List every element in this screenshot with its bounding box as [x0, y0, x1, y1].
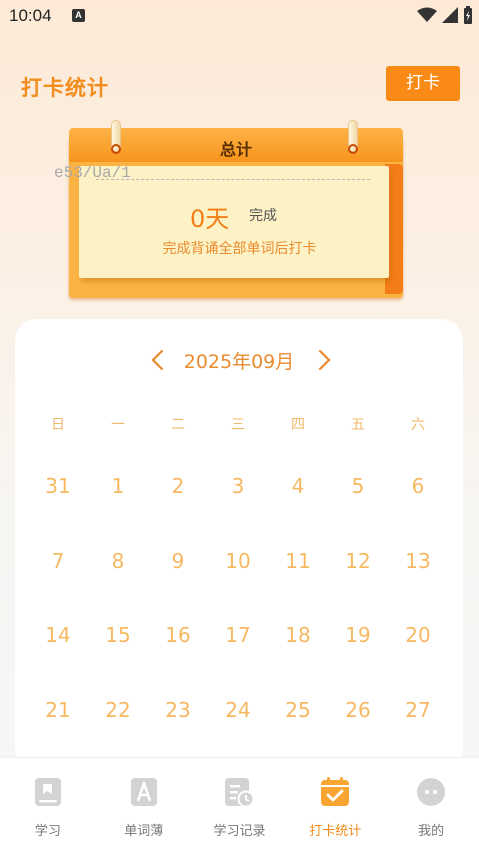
days-count: 0天 [190, 205, 230, 233]
calendar-day[interactable]: 15 [88, 623, 148, 698]
summary-hint: 完成背诵全部单词后打卡 [162, 241, 317, 257]
notification-icon: A [72, 9, 85, 22]
calendar-day[interactable]: 1 [88, 474, 148, 549]
record-icon [225, 778, 255, 808]
weekday-header: 日 一 二 三 四 五 六 [28, 414, 448, 434]
checkin-button[interactable]: 打卡 [386, 66, 460, 101]
calendar-day[interactable]: 16 [148, 623, 208, 698]
wifi-icon [417, 7, 437, 22]
calendar-day[interactable]: 18 [268, 623, 328, 698]
weekday-fri: 五 [351, 417, 365, 433]
status-bar: 10:04 A [0, 0, 479, 32]
calendar-nav: 2025年09月 [15, 345, 463, 375]
page-title: 打卡统计 [21, 76, 109, 100]
tab-records[interactable]: 学习记录 [192, 758, 288, 851]
tab-wordbook[interactable]: 单词薄 [96, 758, 192, 851]
calendar-day[interactable]: 8 [88, 549, 148, 624]
status-icons [417, 6, 473, 24]
wordbook-icon [130, 778, 157, 806]
calendar-day[interactable]: 12 [328, 549, 388, 624]
calendar-day[interactable]: 11 [268, 549, 328, 624]
overlay-id-text: e53/Ua/1 [54, 164, 131, 182]
calendar-check-icon [321, 777, 350, 806]
battery-icon [464, 6, 472, 24]
calendar-day[interactable]: 20 [388, 623, 448, 698]
calendar-card: 2025年09月 日 一 二 三 四 五 六 31 1 2 3 4 5 6 7 … [15, 319, 463, 769]
bottom-tab-bar: 学习 单词薄 学习记录 打卡统计 我的 [0, 757, 479, 851]
calendar-day[interactable]: 13 [388, 549, 448, 624]
tab-profile-label: 我的 [418, 824, 445, 839]
calendar-month: 2025年09月 [183, 351, 295, 373]
weekday-mon: 一 [111, 417, 125, 433]
tab-study-label: 学习 [34, 824, 61, 839]
status-time: 10:04 [9, 6, 52, 25]
book-icon [34, 778, 61, 806]
calendar-day[interactable]: 4 [268, 474, 328, 549]
calendar-day[interactable]: 10 [208, 549, 268, 624]
tab-checkin-stats-label: 打卡统计 [309, 824, 362, 839]
calendar-day[interactable]: 17 [208, 623, 268, 698]
calendar-day[interactable]: 3 [208, 474, 268, 549]
weekday-tue: 二 [171, 417, 185, 433]
weekday-wed: 三 [231, 417, 245, 433]
weekday-sun: 日 [51, 417, 65, 433]
dotted-line [96, 179, 370, 180]
calendar-day[interactable]: 14 [28, 623, 88, 698]
weekday-thu: 四 [291, 417, 305, 433]
calendar-day[interactable]: 6 [388, 474, 448, 549]
calendar-day[interactable]: 7 [28, 549, 88, 624]
tab-wordbook-label: 单词薄 [124, 824, 164, 839]
tab-checkin-stats[interactable]: 打卡统计 [287, 758, 383, 851]
profile-icon [417, 778, 446, 806]
calendar-day[interactable]: 2 [148, 474, 208, 549]
calendar-day[interactable]: 19 [328, 623, 388, 698]
summary-paper [79, 166, 389, 278]
calendar-days: 31 1 2 3 4 5 6 7 8 9 10 11 12 13 14 15 1… [28, 474, 448, 772]
calendar-day[interactable]: 9 [148, 549, 208, 624]
weekday-sat: 六 [411, 417, 425, 433]
tab-profile[interactable]: 我的 [383, 758, 479, 851]
chevron-right-icon[interactable] [312, 345, 336, 375]
signal-icon [442, 7, 458, 23]
tab-records-label: 学习记录 [213, 824, 266, 839]
tab-study[interactable]: 学习 [0, 758, 96, 851]
days-label: 完成 [249, 208, 277, 224]
calendar-day[interactable]: 31 [28, 474, 88, 549]
summary-board: 总计 [69, 120, 403, 298]
calendar-day[interactable]: 5 [328, 474, 388, 549]
